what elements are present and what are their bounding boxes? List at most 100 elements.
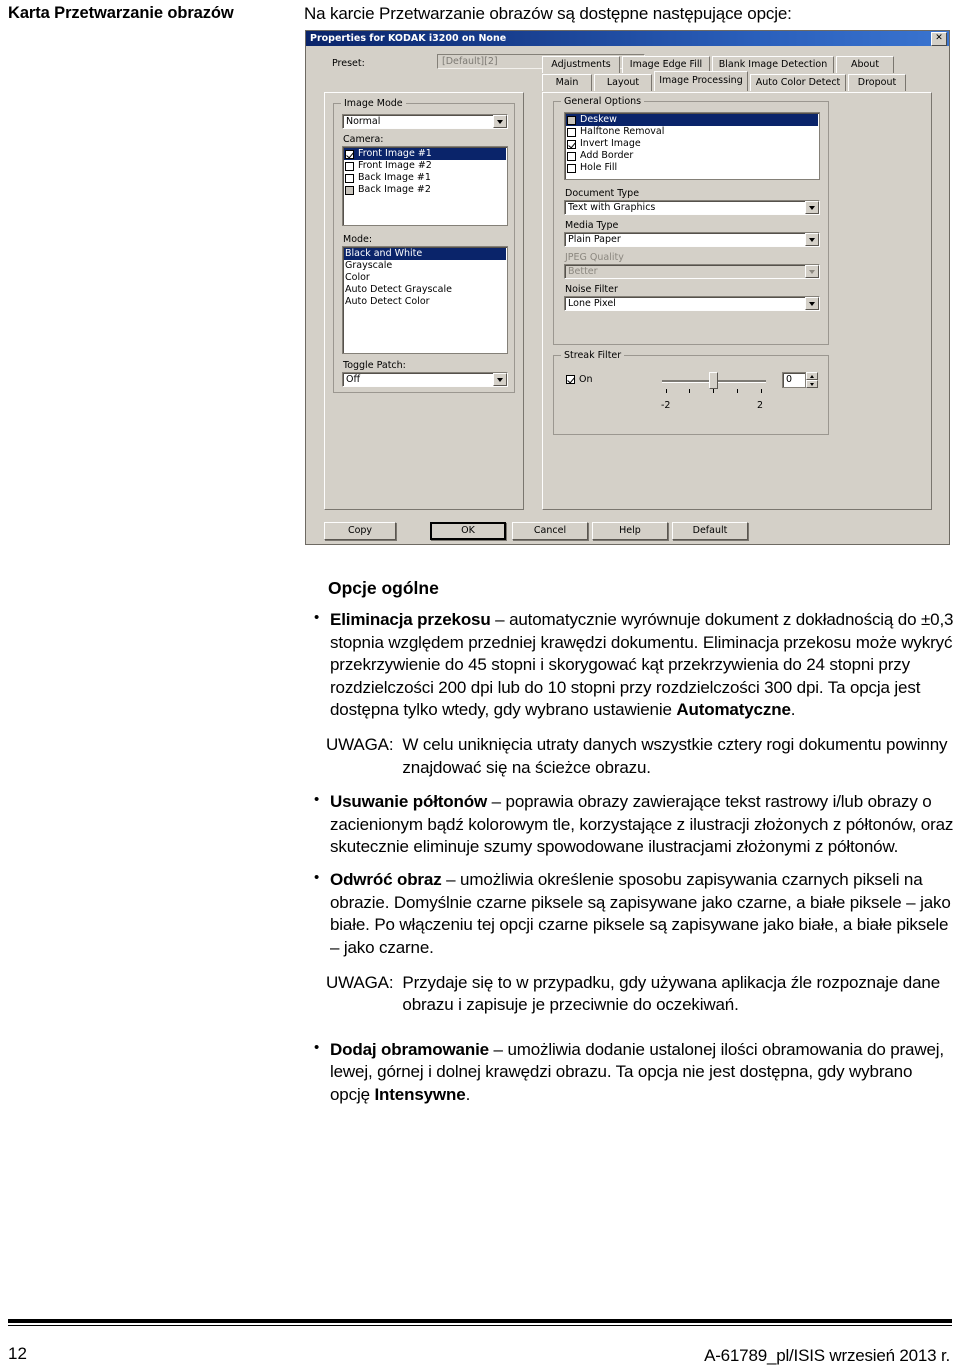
jpeg-quality-value: Better — [568, 266, 598, 277]
tab-adjustments[interactable]: Adjustments — [542, 56, 620, 73]
chevron-down-icon[interactable] — [493, 373, 507, 386]
streak-filter-slider-thumb[interactable] — [709, 372, 718, 389]
tab-about[interactable]: About — [836, 56, 894, 73]
stepper-up-icon[interactable] — [806, 372, 818, 380]
dialog-button-row: Copy OK Cancel Help Default — [324, 522, 932, 542]
list-item[interactable]: Auto Detect Grayscale — [344, 284, 506, 296]
streak-filter-value[interactable]: 0 — [782, 372, 806, 388]
ok-button[interactable]: OK — [430, 522, 506, 540]
chevron-down-icon[interactable] — [493, 115, 507, 128]
list-item: Eliminacja przekosu – automatycznie wyró… — [304, 608, 954, 722]
list-item[interactable]: Deskew — [566, 114, 818, 126]
image-mode-group-title: Image Mode — [341, 98, 406, 109]
list-item-label: Grayscale — [345, 260, 393, 271]
general-options-listbox[interactable]: Deskew Halftone Removal Invert Image Add… — [564, 112, 820, 180]
body-text: Opcje ogólne Eliminacja przekosu – autom… — [304, 560, 954, 1109]
list-item-label: Color — [345, 272, 370, 283]
help-button[interactable]: Help — [592, 522, 668, 540]
stepper-down-icon[interactable] — [806, 380, 818, 388]
image-mode-group: Image Mode Normal Camera: Front Image #1 — [333, 98, 515, 393]
margin-heading: Karta Przetwarzanie obrazów — [8, 4, 234, 22]
checkbox-icon[interactable] — [345, 149, 354, 159]
list-item[interactable]: Black and White — [344, 248, 506, 260]
image-mode-combo[interactable]: Normal — [342, 114, 508, 129]
preset-label: Preset: — [332, 58, 365, 69]
list-item[interactable]: Grayscale — [344, 260, 506, 272]
list-item[interactable]: Invert Image — [566, 138, 818, 150]
streak-filter-on-checkbox[interactable]: On — [566, 374, 593, 385]
toggle-patch-value: Off — [346, 374, 361, 385]
list-item[interactable]: Color — [344, 272, 506, 284]
cancel-button[interactable]: Cancel — [512, 522, 588, 540]
list-item[interactable]: Back Image #2 — [344, 184, 506, 196]
list-item[interactable]: Halftone Removal — [566, 126, 818, 138]
camera-listbox[interactable]: Front Image #1 Front Image #2 Back Image… — [342, 146, 508, 226]
bullet-dash: – — [441, 870, 461, 890]
note-label: UWAGA: — [326, 972, 394, 992]
mode-listbox[interactable]: Black and White Grayscale Color Auto Det… — [342, 246, 508, 354]
noise-filter-label: Noise Filter — [565, 284, 618, 295]
close-icon[interactable]: ✕ — [931, 31, 947, 46]
list-item[interactable]: Front Image #2 — [344, 160, 506, 172]
scanner-properties-dialog: Properties for KODAK i3200 on None ✕ Pre… — [305, 30, 950, 545]
list-item-label: Invert Image — [580, 138, 641, 149]
streak-filter-on-label: On — [579, 374, 593, 385]
tab-auto-color-detect[interactable]: Auto Color Detect — [750, 74, 846, 91]
copy-button[interactable]: Copy — [324, 522, 396, 540]
stepper-buttons[interactable] — [806, 372, 818, 388]
dialog-body: Preset: [Default][2] Image Mode Normal C… — [306, 46, 949, 545]
chevron-down-icon[interactable] — [805, 201, 819, 214]
tab-dropout[interactable]: Dropout — [848, 74, 906, 91]
list-item-label: Hole Fill — [580, 162, 618, 173]
footer-rule — [8, 1319, 952, 1326]
page-number: 12 — [8, 1344, 27, 1363]
note-2: UWAGA: Przydaje się to w przypadku, gdy … — [326, 972, 954, 1017]
checkbox-icon[interactable] — [567, 139, 576, 149]
streak-filter-group-title: Streak Filter — [561, 350, 625, 361]
list-item[interactable]: Back Image #1 — [344, 172, 506, 184]
chevron-down-icon — [805, 265, 819, 278]
list-item[interactable]: Auto Detect Color — [344, 296, 506, 308]
document-type-combo[interactable]: Text with Graphics — [564, 200, 820, 215]
bullet-tail-bold: Intensywne — [374, 1084, 466, 1104]
checkbox-icon[interactable] — [345, 161, 354, 171]
bullet-dash: – — [488, 1039, 508, 1059]
note-text: W celu uniknięcia utraty danych wszystki… — [402, 735, 948, 777]
list-item[interactable]: Front Image #1 — [344, 148, 506, 160]
checkbox-icon[interactable] — [345, 173, 354, 183]
list-item-label: Black and White — [345, 248, 423, 259]
checkbox-icon[interactable] — [567, 151, 576, 161]
checkbox-icon[interactable] — [567, 115, 576, 125]
tab-main[interactable]: Main — [542, 74, 592, 91]
media-type-combo[interactable]: Plain Paper — [564, 232, 820, 247]
slider-max-label: 2 — [757, 400, 764, 411]
tab-image-processing[interactable]: Image Processing — [654, 71, 748, 91]
streak-filter-stepper[interactable]: 0 — [782, 372, 818, 388]
bullet-term: Usuwanie półtonów — [330, 792, 488, 812]
section-heading: Opcje ogólne — [328, 578, 439, 598]
checkbox-icon[interactable] — [567, 127, 576, 137]
tab-strip: Adjustments Image Edge Fill Blank Image … — [542, 56, 938, 92]
list-item-label: Back Image #2 — [358, 184, 431, 195]
tab-layout[interactable]: Layout — [594, 74, 652, 91]
checkbox-icon[interactable] — [567, 163, 576, 173]
content-column: Na karcie Przetwarzanie obrazów są dostę… — [304, 0, 954, 24]
chevron-down-icon[interactable] — [805, 297, 819, 310]
checkbox-icon[interactable] — [566, 375, 575, 384]
image-mode-panel: Image Mode Normal Camera: Front Image #1 — [324, 92, 524, 510]
list-item-label: Auto Detect Grayscale — [345, 284, 452, 295]
list-item[interactable]: Hole Fill — [566, 162, 818, 174]
default-button[interactable]: Default — [672, 522, 748, 540]
bullet-term: Eliminacja przekosu — [330, 610, 491, 629]
checkbox-icon[interactable] — [345, 185, 354, 195]
note-1: UWAGA: W celu uniknięcia utraty danych w… — [326, 734, 954, 779]
bullet-list-2: Usuwanie półtonów – poprawia obrazy zawi… — [304, 790, 954, 959]
noise-filter-combo[interactable]: Lone Pixel — [564, 296, 820, 311]
jpeg-quality-label: JPEG Quality — [565, 252, 624, 263]
list-item-label: Front Image #1 — [358, 148, 432, 159]
document-page: Karta Przetwarzanie obrazów Na karcie Pr… — [0, 0, 960, 1372]
document-type-label: Document Type — [565, 188, 640, 199]
chevron-down-icon[interactable] — [805, 233, 819, 246]
list-item[interactable]: Add Border — [566, 150, 818, 162]
toggle-patch-combo[interactable]: Off — [342, 372, 508, 387]
